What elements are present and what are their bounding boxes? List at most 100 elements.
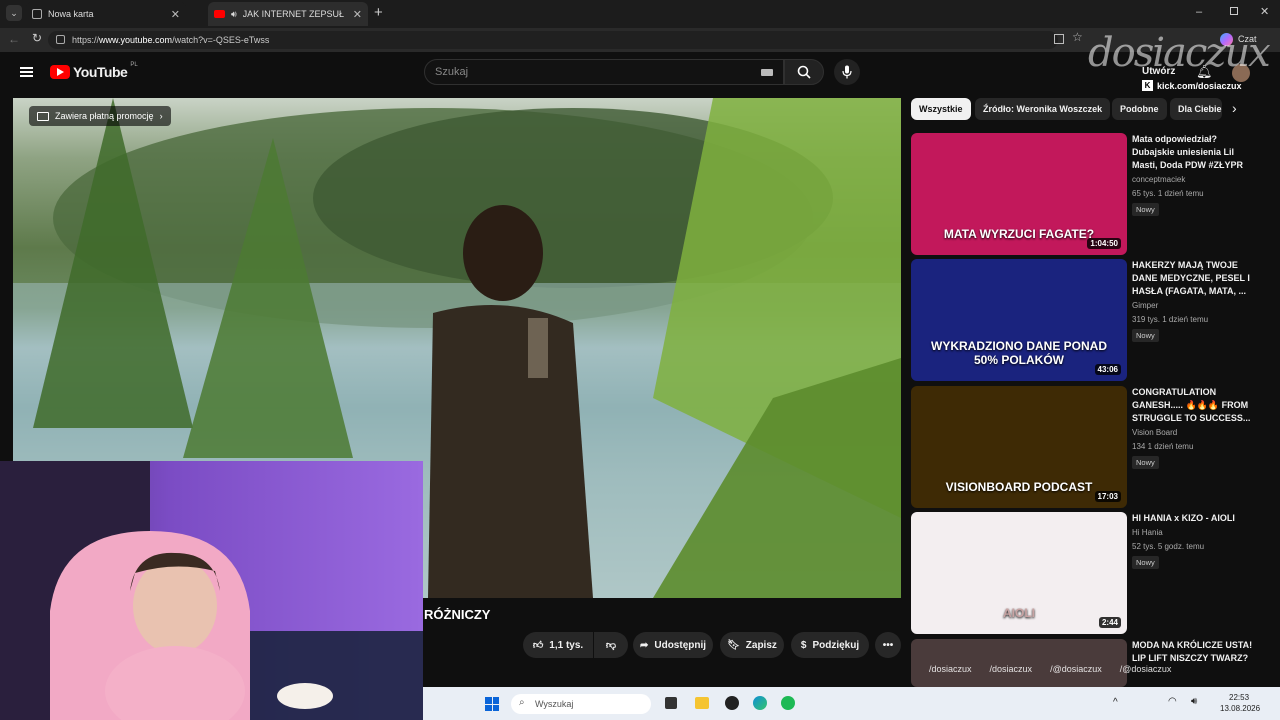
- youtube-play-icon: [50, 65, 70, 79]
- like-count: 1,1 tys.: [549, 639, 584, 651]
- duration-badge: 43:06: [1094, 364, 1121, 375]
- recommendation-item[interactable]: VISIONBOARD PODCAST 17:03 CONGRATULATION G…: [911, 386, 1261, 508]
- recommendation-item[interactable]: WYKRADZIONO DANE PONAD 50% POLAKÓW 43:06 H…: [911, 259, 1261, 381]
- region-code: PL: [130, 62, 138, 68]
- windows-start-icon[interactable]: [485, 697, 499, 711]
- search-input[interactable]: Szukaj: [424, 59, 784, 85]
- save-button[interactable]: 🔖︎ Zapisz: [720, 632, 784, 658]
- new-badge: Nowy: [1132, 203, 1159, 216]
- chip-source[interactable]: Źródło: Weronika Woszczek: [975, 98, 1111, 120]
- thumbnail-text: VISIONBOARD PODCAST: [945, 480, 1093, 494]
- close-tab-icon[interactable]: ✕: [353, 8, 362, 21]
- recommendation-title[interactable]: HAKERZY MAJĄ TWOJE DANE MEDYCZNE, PESEL …: [1132, 259, 1256, 298]
- close-window-icon[interactable]: ✕: [1260, 5, 1269, 18]
- hamburger-menu-icon[interactable]: [20, 67, 33, 77]
- upload-age: 5 godz. temu: [1157, 542, 1205, 551]
- speaker-icon[interactable]: 🔊︎: [231, 9, 237, 20]
- tab-label: Nowa karta: [48, 9, 94, 19]
- search-button[interactable]: [784, 59, 824, 85]
- paid-promotion-badge[interactable]: Zawiera płatną promocję ›: [29, 106, 171, 126]
- like-button[interactable]: 👍︎ 1,1 tys.: [523, 632, 593, 658]
- taskbar-search-placeholder: Wyszukaj: [535, 699, 574, 709]
- youtube-logo[interactable]: YouTube PL: [50, 62, 138, 80]
- microphone-icon: [842, 65, 852, 79]
- video-meta: 319 tys. 1 dzień temu: [1132, 315, 1208, 324]
- url-field[interactable]: https://www.youtube.com/watch?v=-QSES-eT…: [48, 31, 1058, 49]
- refresh-icon[interactable]: ↻: [32, 31, 42, 45]
- thumbnail-text: WYKRADZIONO DANE PONAD 50% POLAKÓW: [931, 339, 1107, 367]
- video-thumbnail[interactable]: VISIONBOARD PODCAST 17:03: [911, 386, 1127, 508]
- recommendation-title[interactable]: MODA NA KRÓLICZE USTA! LIP LIFT NISZCZY …: [1132, 639, 1256, 665]
- close-tab-icon[interactable]: ✕: [171, 8, 180, 21]
- chip-for-you[interactable]: Dla Ciebie: [1170, 98, 1222, 120]
- channel-name[interactable]: Hi Hania: [1132, 528, 1163, 537]
- chips-next-arrow-icon[interactable]: ›: [1232, 100, 1237, 116]
- recommendation-item[interactable]: MATA WYRZUCI FAGATE? 1:04:50 Mata odpowied…: [911, 133, 1261, 255]
- video-thumbnail[interactable]: AIOLI 2:44: [911, 512, 1127, 634]
- dislike-button[interactable]: 👎︎: [594, 632, 628, 658]
- more-actions-button[interactable]: •••: [875, 632, 901, 658]
- tab-label: JAK INTERNET ZEPSUŁ PODRÓ: [242, 9, 347, 19]
- more-dots-icon: •••: [882, 639, 894, 651]
- file-explorer-icon[interactable]: [695, 697, 709, 709]
- video-meta: 134 1 dzień temu: [1132, 442, 1193, 451]
- youtube-favicon-icon: [214, 10, 225, 18]
- favorite-star-icon[interactable]: ☆: [1072, 30, 1083, 44]
- thumbnail-text: AIOLI: [1003, 606, 1035, 620]
- recommendation-title[interactable]: Mata odpowiedział? Dubajskie uniesienia …: [1132, 133, 1256, 172]
- minimize-icon[interactable]: –: [1196, 6, 1202, 18]
- wifi-icon[interactable]: ◠: [1168, 696, 1177, 707]
- keyboard-icon[interactable]: [761, 69, 773, 76]
- video-thumbnail[interactable]: [911, 639, 1127, 687]
- taskbar-time[interactable]: 22:53: [1229, 693, 1249, 702]
- social-handles: /dosiaczux /dosiaczux /@dosiaczux /@dosi…: [929, 664, 1171, 674]
- channel-name[interactable]: Vision Board: [1132, 428, 1177, 437]
- browser-tab-bar: ⌄ Nowa karta ✕ 🔊︎ JAK INTERNET ZEPSUŁ PO…: [0, 0, 1280, 28]
- split-screen-icon[interactable]: [1054, 34, 1064, 44]
- tab-new-tab[interactable]: Nowa karta ✕: [26, 2, 186, 26]
- task-view-icon[interactable]: [665, 697, 677, 709]
- system-tray-chevron-icon[interactable]: ^: [1113, 697, 1118, 708]
- channel-name[interactable]: conceptmaciek: [1132, 175, 1185, 184]
- new-badge: Nowy: [1132, 556, 1159, 569]
- taskbar-search-input[interactable]: ⌕ Wyszukaj: [511, 694, 651, 714]
- tab-youtube-video[interactable]: 🔊︎ JAK INTERNET ZEPSUŁ PODRÓ ✕: [208, 2, 368, 26]
- thanks-button[interactable]: $ Podziękuj: [791, 632, 869, 658]
- channel-name[interactable]: Gimper: [1132, 301, 1158, 310]
- tab-list-dropdown-icon[interactable]: ⌄: [6, 5, 22, 21]
- recommendation-title[interactable]: HI HANIA x KIZO - AIOLI: [1132, 512, 1256, 525]
- recommendation-item[interactable]: AIOLI 2:44 HI HANIA x KIZO - AIOLI Hi Hania…: [911, 512, 1261, 634]
- webcam-scene: [0, 461, 423, 720]
- video-thumbnail[interactable]: MATA WYRZUCI FAGATE? 1:04:50: [911, 133, 1127, 255]
- edge-browser-icon[interactable]: [753, 696, 767, 710]
- video-thumbnail[interactable]: WYKRADZIONO DANE PONAD 50% POLAKÓW 43:06: [911, 259, 1127, 381]
- site-info-icon[interactable]: [56, 35, 65, 44]
- view-count: 52 tys.: [1132, 542, 1156, 551]
- back-arrow-icon[interactable]: ←: [8, 32, 20, 46]
- new-badge: Nowy: [1132, 329, 1159, 342]
- maximize-icon[interactable]: [1230, 7, 1238, 15]
- share-button[interactable]: ➦ Udostępnij: [633, 632, 713, 658]
- url-prefix: https://: [72, 35, 100, 45]
- thanks-label: Podziękuj: [812, 639, 860, 651]
- volume-icon[interactable]: 🔊︎: [1191, 696, 1197, 707]
- app-icon[interactable]: [725, 696, 739, 710]
- recommendation-title[interactable]: CONGRATULATION GANESH..... 🔥🔥🔥 FROM STRU…: [1132, 386, 1256, 425]
- chevron-right-icon: ›: [159, 111, 163, 121]
- view-count: 65 tys.: [1132, 189, 1156, 198]
- share-arrow-icon: ➦: [639, 639, 649, 651]
- thumbs-down-icon: 👎︎: [605, 640, 617, 651]
- voice-search-button[interactable]: [834, 59, 860, 85]
- upload-age: 1 dzień temu: [1162, 315, 1209, 324]
- kick-handle: K kick.com/dosiaczux: [1142, 80, 1242, 91]
- recommendation-item[interactable]: MODA NA KRÓLICZE USTA! LIP LIFT NISZCZY …: [911, 639, 1261, 687]
- video-meta: 65 tys. 1 dzień temu: [1132, 189, 1204, 198]
- new-tab-button[interactable]: +: [374, 4, 383, 21]
- bookmark-icon: 🔖︎: [727, 639, 740, 651]
- taskbar-date[interactable]: 13.08.2026: [1220, 704, 1260, 713]
- search-icon: [797, 65, 811, 79]
- kick-logo-icon: K: [1142, 80, 1153, 91]
- chip-all[interactable]: Wszystkie: [911, 98, 971, 120]
- chip-related[interactable]: Podobne: [1112, 98, 1167, 120]
- spotify-icon[interactable]: [781, 696, 795, 710]
